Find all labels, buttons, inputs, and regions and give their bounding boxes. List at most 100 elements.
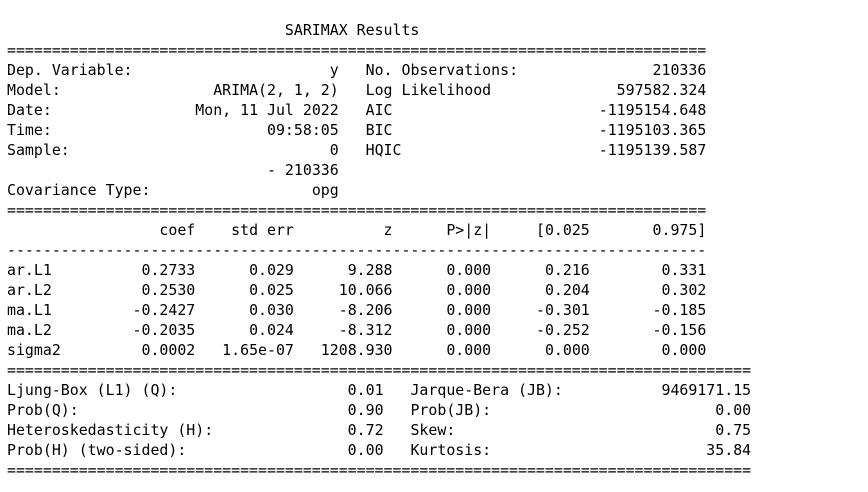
report-title: SARIMAX Results xyxy=(7,21,707,39)
coef-table-row: ar.L2 0.2530 0.025 10.066 0.000 0.204 0.… xyxy=(7,280,751,300)
diagnostics-row: Heteroskedasticity (H): 0.72 Skew: 0.75 xyxy=(7,420,751,440)
coef-cell: 0.000 xyxy=(392,281,492,299)
info-label: AIC xyxy=(365,101,545,119)
coef-cell: -0.301 xyxy=(491,301,590,319)
coef-cell: 0.000 xyxy=(491,341,590,359)
diag-label: Prob(JB): xyxy=(410,401,590,419)
coef-cell: 0.000 xyxy=(392,321,492,339)
info-label: Covariance Type: xyxy=(7,181,187,199)
info-value: 597582.324 xyxy=(544,81,707,99)
model-info-row: Time: 09:58:05 BIC -1195103.365 xyxy=(7,120,751,140)
coef-cell: -0.2427 xyxy=(96,301,196,319)
diag-label: Skew: xyxy=(410,421,590,439)
info-value: Mon, 11 Jul 2022 xyxy=(186,101,339,119)
coef-cell: 0.2733 xyxy=(96,261,196,279)
info-label: Sample: xyxy=(7,141,187,159)
model-info-row: Model: ARIMA(2, 1, 2) Log Likelihood 597… xyxy=(7,80,751,100)
diag-value: 9469171.15 xyxy=(589,381,752,399)
info-value: ARIMA(2, 1, 2) xyxy=(186,81,339,99)
coef-cell: -0.185 xyxy=(589,301,707,319)
bottom-rule: ========================================… xyxy=(7,461,752,479)
coef-table-row: ar.L1 0.2733 0.029 9.288 0.000 0.216 0.3… xyxy=(7,260,751,280)
title-row: SARIMAX Results xyxy=(7,20,751,40)
coef-header-row: coef std err z P>|z| [0.025 0.975] xyxy=(7,220,751,240)
coef-cell: 0.2530 xyxy=(96,281,196,299)
info-label: HQIC xyxy=(365,141,545,159)
diag-label: Kurtosis: xyxy=(410,441,590,459)
coef-cell: -8.206 xyxy=(293,301,393,319)
coef-cell: 0.029 xyxy=(195,261,294,279)
coef-cell: 0.302 xyxy=(589,281,707,299)
model-info-row: - 210336 xyxy=(7,160,751,180)
model-info-row: Date: Mon, 11 Jul 2022 AIC -1195154.648 xyxy=(7,100,751,120)
diagnostics-row: Prob(H) (two-sided): 0.00 Kurtosis: 35.8… xyxy=(7,440,751,460)
coef-cell: 0.024 xyxy=(195,321,294,339)
info-label: Log Likelihood xyxy=(365,81,545,99)
coef-header-cell: 0.975] xyxy=(589,221,707,239)
coef-cell: 0.331 xyxy=(589,261,707,279)
coef-cell: 0.000 xyxy=(392,341,492,359)
diag-value: 0.72 xyxy=(275,421,384,439)
model-info-row: Dep. Variable: y No. Observations: 21033… xyxy=(7,60,751,80)
diag-value: 0.75 xyxy=(589,421,752,439)
diag-value: 0.01 xyxy=(275,381,384,399)
coef-cell: 1.65e-07 xyxy=(195,341,294,359)
header-rule: ----------------------------------------… xyxy=(7,241,707,259)
model-info-row: Sample: 0 HQIC -1195139.587 xyxy=(7,140,751,160)
coef-cell: 0.025 xyxy=(195,281,294,299)
info-label xyxy=(7,161,186,179)
diag-label: Jarque-Bera (JB): xyxy=(410,381,590,399)
info-label: Date: xyxy=(7,101,187,119)
info-value: -1195103.365 xyxy=(544,121,707,139)
coef-cell: 0.204 xyxy=(491,281,590,299)
coef-cell: -8.312 xyxy=(293,321,393,339)
info-value: -1195154.648 xyxy=(544,101,707,119)
coef-cell: -0.2035 xyxy=(96,321,196,339)
coef-cell: 0.000 xyxy=(589,341,707,359)
coef-table-row: sigma2 0.0002 1.65e-07 1208.930 0.000 0.… xyxy=(7,340,751,360)
info-value: y xyxy=(186,61,339,79)
info-value: -1195139.587 xyxy=(544,141,707,159)
section-rule: ========================================… xyxy=(7,201,707,219)
coef-row-label: sigma2 xyxy=(7,341,97,359)
coef-row-label: ma.L2 xyxy=(7,321,97,339)
diag-label: Ljung-Box (L1) (Q): xyxy=(7,381,276,399)
top-rule: ========================================… xyxy=(7,41,707,59)
info-value: opg xyxy=(186,181,339,199)
coef-header-cell: z xyxy=(293,221,393,239)
info-label: Time: xyxy=(7,121,187,139)
coef-header-cell: coef xyxy=(96,221,196,239)
diag-value: 35.84 xyxy=(589,441,752,459)
coef-row-label: ar.L2 xyxy=(7,281,97,299)
info-value: - 210336 xyxy=(186,161,339,179)
coef-cell: 1208.930 xyxy=(293,341,393,359)
diagnostics-row: Prob(Q): 0.90 Prob(JB): 0.00 xyxy=(7,400,751,420)
coef-cell: -0.252 xyxy=(491,321,590,339)
coef-cell: 0.000 xyxy=(392,261,492,279)
diag-value: 0.90 xyxy=(275,401,384,419)
coef-table-row: ma.L2 -0.2035 0.024 -8.312 0.000 -0.252 … xyxy=(7,320,751,340)
diag-value: 0.00 xyxy=(275,441,384,459)
info-label: Model: xyxy=(7,81,187,99)
coef-row-label: ma.L1 xyxy=(7,301,97,319)
coef-header-cell xyxy=(7,221,97,239)
coef-cell: 0.0002 xyxy=(96,341,196,359)
info-label: BIC xyxy=(365,121,545,139)
info-value: 210336 xyxy=(544,61,707,79)
diag-value: 0.00 xyxy=(589,401,752,419)
section-rule: ========================================… xyxy=(7,361,752,379)
info-value: 09:58:05 xyxy=(186,121,339,139)
coef-cell: 9.288 xyxy=(293,261,393,279)
diag-label: Prob(Q): xyxy=(7,401,276,419)
coef-row-label: ar.L1 xyxy=(7,261,97,279)
coef-header-cell: P>|z| xyxy=(392,221,492,239)
coef-header-cell: std err xyxy=(195,221,294,239)
coef-cell: -0.156 xyxy=(589,321,707,339)
info-value: 0 xyxy=(186,141,339,159)
coef-header-cell: [0.025 xyxy=(491,221,590,239)
diag-label: Prob(H) (two-sided): xyxy=(7,441,276,459)
diag-label: Heteroskedasticity (H): xyxy=(7,421,276,439)
info-label: No. Observations: xyxy=(365,61,545,79)
coef-cell: 0.030 xyxy=(195,301,294,319)
sarimax-results-summary: SARIMAX Results ========================… xyxy=(7,20,751,480)
